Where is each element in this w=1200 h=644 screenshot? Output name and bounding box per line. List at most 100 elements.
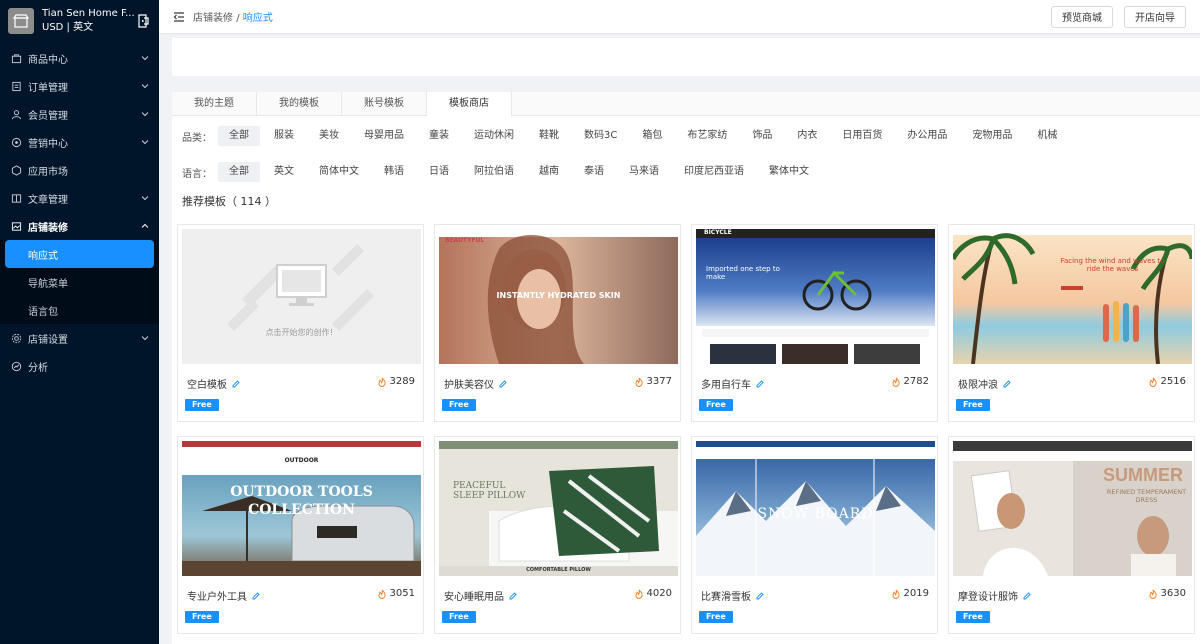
- language-chip[interactable]: 繁体中文: [758, 162, 820, 182]
- sidebar-item-label: 店铺装修: [28, 222, 68, 234]
- template-card[interactable]: BEAUTYFUL INSTANTLY HYDRATED SKIN 护肤美容仪 …: [434, 224, 681, 422]
- template-thumbnail[interactable]: SUMMER REFINED TEMPERAMENT DRESS: [953, 441, 1192, 576]
- language-chip[interactable]: 印度尼西亚语: [673, 162, 755, 182]
- tab-account-templates[interactable]: 账号模板: [342, 92, 427, 115]
- store-decoration-submenu: 响应式 导航菜单 语言包: [0, 240, 159, 324]
- free-badge: Free: [699, 611, 733, 623]
- edit-icon[interactable]: [252, 591, 260, 600]
- template-thumbnail[interactable]: SNOW BOARD: [696, 441, 935, 576]
- template-hot-count: 4020: [646, 588, 672, 599]
- sidebar-subitem-nav-menu[interactable]: 导航菜单: [0, 268, 159, 296]
- template-thumbnail[interactable]: BEAUTYFUL INSTANTLY HYDRATED SKIN: [439, 229, 678, 364]
- fire-icon: [378, 377, 386, 387]
- sidebar-item-articles[interactable]: 文章管理: [0, 184, 159, 212]
- edit-icon[interactable]: [756, 591, 764, 600]
- sidebar-item-analytics[interactable]: 分析: [0, 352, 159, 380]
- category-chip[interactable]: 数码3C: [573, 126, 628, 146]
- template-card[interactable]: SNOW BOARD 比赛滑雪板 2019 Free: [691, 436, 938, 634]
- sidebar-item-store-settings[interactable]: 店铺设置: [0, 324, 159, 352]
- category-chip[interactable]: 鞋靴: [528, 126, 570, 146]
- fire-icon: [892, 377, 900, 387]
- template-card[interactable]: PEACEFUL SLEEP PILLOW COMFORTABLE PILLOW…: [434, 436, 681, 634]
- fire-icon: [635, 377, 643, 387]
- template-banner-title: Facing the wind and waves to ride the wa…: [1060, 257, 1165, 273]
- category-chip[interactable]: 运动休闲: [463, 126, 525, 146]
- sidebar-subitem-language-pack[interactable]: 语言包: [0, 296, 159, 324]
- sidebar-item-label: 营销中心: [28, 138, 68, 150]
- category-chip[interactable]: 服装: [263, 126, 305, 146]
- decoration-icon: [10, 220, 22, 232]
- template-thumbnail[interactable]: 点击开始您的创作！: [182, 229, 421, 364]
- language-chip[interactable]: 日语: [418, 162, 460, 182]
- category-chip[interactable]: 日用百货: [831, 126, 893, 146]
- template-thumbnail[interactable]: BICYCLE Imported one step to make: [696, 229, 935, 364]
- language-chip[interactable]: 马来语: [618, 162, 670, 182]
- sidebar-item-label: 订单管理: [28, 82, 68, 94]
- tab-template-store[interactable]: 模板商店: [427, 92, 512, 117]
- language-chip[interactable]: 全部: [218, 162, 260, 182]
- template-card[interactable]: Facing the wind and waves to ride the wa…: [948, 224, 1195, 422]
- category-chip[interactable]: 布艺家纺: [676, 126, 738, 146]
- category-chip[interactable]: 宠物用品: [961, 126, 1023, 146]
- menu-fold-icon[interactable]: [173, 11, 185, 23]
- category-chip[interactable]: 内衣: [786, 126, 828, 146]
- language-chip[interactable]: 简体中文: [308, 162, 370, 182]
- template-thumbnail[interactable]: OUTDOOR OUTDOOR TOOLS COLLECTION: [182, 441, 421, 576]
- sidebar-item-label: 商品中心: [28, 54, 68, 66]
- template-banner-title: Imported one step to make: [706, 265, 780, 281]
- edit-icon[interactable]: [1023, 591, 1031, 600]
- template-hot-count: 3630: [1160, 588, 1186, 599]
- edit-icon[interactable]: [509, 591, 517, 600]
- template-hot-count: 2516: [1160, 376, 1186, 387]
- sidebar-item-label: 文章管理: [28, 194, 68, 206]
- sidebar-item-app-market[interactable]: 应用市场: [0, 156, 159, 184]
- template-banner-title: INSTANTLY HYDRATED SKIN: [496, 291, 621, 300]
- sidebar-item-orders[interactable]: 订单管理: [0, 72, 159, 100]
- edit-icon[interactable]: [756, 379, 764, 388]
- template-card[interactable]: OUTDOOR OUTDOOR TOOLS COLLECTION 专业户外工具 …: [177, 436, 424, 634]
- sidebar-item-marketing[interactable]: 营销中心: [0, 128, 159, 156]
- edit-icon[interactable]: [499, 379, 507, 388]
- template-hot-count: 3289: [389, 376, 415, 387]
- tab-my-templates[interactable]: 我的模板: [257, 92, 342, 115]
- sidebar-item-products[interactable]: 商品中心: [0, 44, 159, 72]
- tab-my-themes[interactable]: 我的主题: [172, 92, 257, 115]
- pillow-template-preview: [439, 441, 678, 576]
- sidebar-item-label: 应用市场: [28, 166, 68, 178]
- category-chip[interactable]: 母婴用品: [353, 126, 415, 146]
- template-banner-title: SUMMER: [1103, 465, 1183, 485]
- edit-icon[interactable]: [1003, 379, 1011, 388]
- sidebar-subitem-responsive[interactable]: 响应式: [5, 240, 154, 268]
- category-chip[interactable]: 饰品: [741, 126, 783, 146]
- language-chip[interactable]: 越南: [528, 162, 570, 182]
- category-chip[interactable]: 童装: [418, 126, 460, 146]
- category-chip[interactable]: 机械: [1026, 126, 1068, 146]
- language-chip[interactable]: 泰语: [573, 162, 615, 182]
- blank-template-illustration: [227, 244, 374, 331]
- sidebar-nav: 商品中心 订单管理 会员管理 营销中心 应用市场 文章管理 店铺装修 响应式 导…: [0, 44, 159, 380]
- template-card[interactable]: SUMMER REFINED TEMPERAMENT DRESS 摩登设计服饰 …: [948, 436, 1195, 634]
- template-thumbnail[interactable]: Facing the wind and waves to ride the wa…: [953, 229, 1192, 364]
- template-banner-subtitle: REFINED TEMPERAMENT DRESS: [1106, 488, 1187, 504]
- language-chip[interactable]: 英文: [263, 162, 305, 182]
- store-guide-button[interactable]: 开店向导: [1124, 5, 1186, 28]
- sidebar-item-members[interactable]: 会员管理: [0, 100, 159, 128]
- preview-store-button[interactable]: 预览商城: [1051, 5, 1113, 28]
- template-name: 空白模板: [187, 380, 227, 391]
- sidebar-item-store-decoration[interactable]: 店铺装修: [0, 212, 159, 240]
- category-chip[interactable]: 办公用品: [896, 126, 958, 146]
- edit-icon[interactable]: [232, 379, 240, 388]
- settings-icon: [10, 332, 22, 344]
- template-card[interactable]: 点击开始您的创作！ 空白模板 3289 Free: [177, 224, 424, 422]
- category-chip[interactable]: 全部: [218, 126, 260, 146]
- language-chip[interactable]: 阿拉伯语: [463, 162, 525, 182]
- template-card[interactable]: BICYCLE Imported one step to make 多用自行车 …: [691, 224, 938, 422]
- logout-icon[interactable]: [137, 14, 151, 28]
- template-thumbnail[interactable]: PEACEFUL SLEEP PILLOW COMFORTABLE PILLOW: [439, 441, 678, 576]
- store-header[interactable]: Tian Sen Home F... USD | 英文: [0, 0, 159, 42]
- category-chip[interactable]: 美妆: [308, 126, 350, 146]
- category-chip[interactable]: 箱包: [631, 126, 673, 146]
- chevron-down-icon: [141, 196, 149, 201]
- breadcrumb-parent[interactable]: 店铺装修: [193, 13, 233, 24]
- language-chip[interactable]: 韩语: [373, 162, 415, 182]
